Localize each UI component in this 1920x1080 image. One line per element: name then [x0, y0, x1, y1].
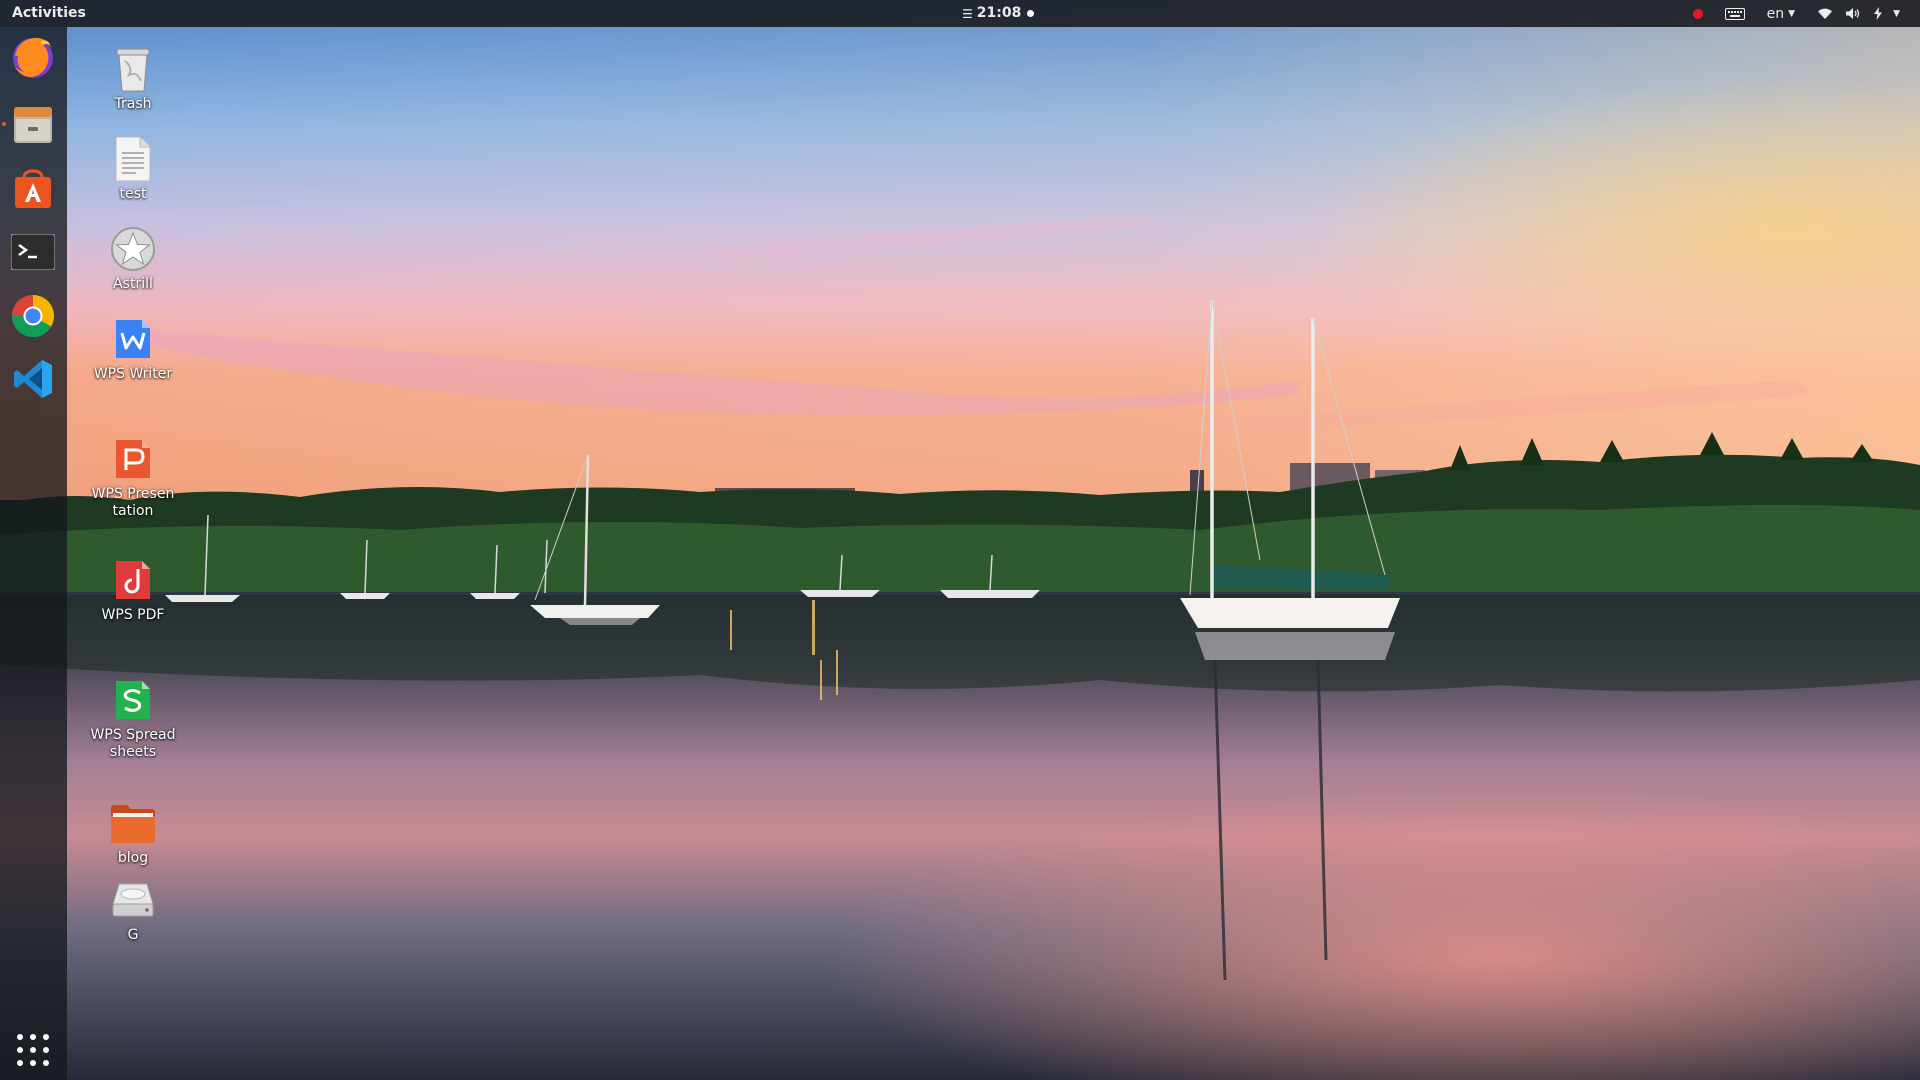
wps-presentation-icon: [116, 440, 150, 478]
activities-button[interactable]: Activities: [12, 0, 86, 27]
notification-dot-icon: [1027, 10, 1035, 17]
screen-record-indicator[interactable]: [1692, 8, 1703, 19]
text-document-icon: [115, 136, 151, 182]
desktop-icon-wps-presentation[interactable]: WPS Presentation: [87, 434, 179, 520]
desktop-icon-label: WPS PDF: [101, 607, 165, 623]
chevron-down-icon: ▼: [1788, 8, 1796, 19]
chrome-icon: [11, 295, 55, 338]
keyboard-icon: [1724, 7, 1745, 20]
dock-software[interactable]: [8, 164, 58, 214]
file-cabinet-icon: [14, 107, 52, 143]
trash-icon: [116, 48, 150, 92]
desktop-icon-astrill[interactable]: Astrill: [87, 224, 179, 293]
desktop-icon-wps-writer[interactable]: WPS Writer: [87, 314, 179, 383]
system-tray: en ▼ ▼: [1692, 0, 1900, 27]
drive-icon: [112, 883, 154, 917]
language-label: en: [1766, 5, 1785, 22]
dock-firefox[interactable]: [8, 32, 58, 82]
desktop-icon-label: G: [127, 927, 139, 943]
desktop-icon-label: test: [119, 186, 147, 202]
software-center-icon: [15, 169, 51, 208]
desktop-icon-wps-pdf[interactable]: WPS PDF: [87, 555, 179, 624]
desktop-icon-g-drive[interactable]: G: [87, 875, 179, 944]
dock-vscode[interactable]: [8, 354, 58, 404]
chevron-down-icon: ▼: [1893, 8, 1900, 19]
firefox-icon: [13, 37, 53, 78]
clock-label: 21:08: [976, 5, 1022, 21]
dock-files[interactable]: [8, 100, 58, 150]
dock-chrome[interactable]: [8, 291, 58, 341]
desktop-icon-label: WPS Presentation: [91, 486, 175, 519]
desktop-icon-test[interactable]: test: [87, 134, 179, 203]
desktop-icon-label: Astrill: [113, 276, 153, 292]
dock: [0, 27, 67, 1080]
wallpaper: [0, 0, 1920, 1080]
desktop-icon-label: WPS Writer: [93, 366, 173, 382]
keyboard-indicator[interactable]: [1724, 7, 1745, 20]
record-icon: [1692, 8, 1703, 19]
folder-icon: [111, 805, 155, 843]
desktop-icon-label: Trash: [114, 96, 152, 112]
wps-spreadsheets-icon: [116, 681, 150, 719]
desktop-icon-trash[interactable]: Trash: [87, 44, 179, 113]
wps-pdf-icon: [116, 561, 150, 599]
vscode-icon: [14, 360, 52, 398]
notifications-icon: ☰: [962, 6, 973, 21]
power-icon: [1874, 7, 1883, 20]
astrill-star-icon: [111, 227, 155, 271]
dock-terminal[interactable]: [8, 227, 58, 277]
desktop-icon-wps-spreadsheets[interactable]: WPS Spreadsheets: [87, 675, 179, 761]
status-menu[interactable]: ▼: [1817, 7, 1900, 20]
language-selector[interactable]: en ▼: [1767, 6, 1795, 22]
running-indicator-icon: [2, 122, 6, 126]
desktop-icon-blog[interactable]: blog: [87, 798, 179, 867]
top-bar: Activities ☰ 21:08 en ▼ ▼: [0, 0, 1920, 27]
app-grid-icon[interactable]: [13, 1030, 53, 1070]
terminal-icon: [11, 234, 55, 270]
desktop-icon-label: blog: [117, 850, 149, 866]
wps-writer-icon: [116, 320, 150, 358]
wifi-icon: [1818, 8, 1833, 19]
desktop-icon-label: WPS Spreadsheets: [90, 727, 176, 760]
volume-icon: [1846, 8, 1860, 19]
clock-button[interactable]: ☰ 21:08: [962, 0, 1035, 27]
desktop[interactable]: Activities ☰ 21:08 en ▼ ▼ Trash test Ast…: [0, 0, 1920, 1080]
